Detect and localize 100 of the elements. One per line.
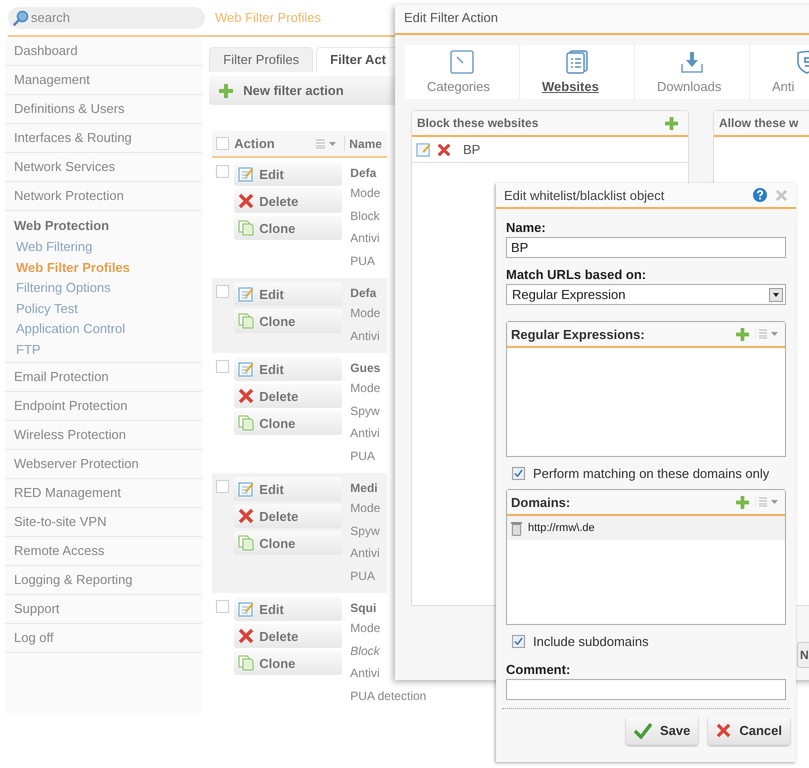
add-icon[interactable]	[665, 116, 678, 130]
delete-button[interactable]: Delete	[234, 504, 342, 528]
checkbox[interactable]	[512, 634, 525, 648]
sidebar-subitem[interactable]: Web Filter Profiles	[5, 258, 202, 278]
trash-icon[interactable]	[511, 520, 522, 536]
sidebar-item[interactable]: Logging & Reporting	[5, 566, 202, 595]
clone-button[interactable]: Clone	[234, 216, 342, 240]
setting-text: Antivi	[350, 545, 380, 562]
edit-button[interactable]: Edit	[234, 477, 342, 501]
list-menu-icon[interactable]	[755, 329, 779, 339]
tab[interactable]: Downloads	[635, 45, 750, 99]
delete-icon	[238, 388, 254, 404]
clone-button[interactable]: Clone	[234, 309, 342, 333]
sidebar-subitem[interactable]: Application Control	[5, 319, 202, 340]
match-dropdown[interactable]: Regular Expression	[506, 284, 786, 305]
sidebar-item[interactable]: Log off	[5, 624, 202, 653]
column-header[interactable]: Name	[345, 136, 382, 150]
delete-icon[interactable]	[437, 142, 451, 156]
add-icon[interactable]	[736, 496, 749, 508]
filter-action-name: Medi	[350, 480, 379, 497]
add-icon[interactable]	[736, 328, 749, 340]
sidebar-item[interactable]: Webserver Protection	[5, 450, 202, 479]
sidebar-item[interactable]: Management	[5, 66, 202, 95]
sidebar-item[interactable]: Network Protection	[5, 182, 202, 211]
setting-text: Spyw	[350, 402, 380, 420]
cancel-button[interactable]: Cancel	[708, 716, 790, 745]
delete-button[interactable]: Delete	[234, 384, 342, 408]
setting-text: PUA detection	[350, 688, 426, 704]
clone-button[interactable]: Clone	[234, 531, 342, 555]
sidebar-item[interactable]: Network Services	[5, 153, 202, 182]
checkbox[interactable]	[216, 480, 230, 493]
list-menu-icon[interactable]	[755, 497, 779, 507]
sidebar-item[interactable]: Email Protection	[5, 363, 202, 392]
edit-icon	[238, 361, 254, 377]
sidebar-subitem[interactable]: Policy Test	[5, 298, 202, 319]
sidebar-subitem[interactable]: FTP	[5, 340, 202, 360]
tab[interactable]: Websites	[520, 45, 635, 99]
delete-icon	[238, 193, 254, 209]
delete-button[interactable]: Delete	[234, 189, 342, 213]
edit-icon[interactable]	[416, 142, 431, 157]
categories-icon	[450, 50, 474, 74]
document-icon	[565, 50, 589, 74]
checkmark-icon	[634, 722, 652, 738]
setting-text: PUA	[350, 448, 376, 464]
dialog-title: Edit Filter Action	[395, 5, 809, 35]
download-icon	[680, 50, 704, 74]
setting-text: PUA	[350, 252, 376, 270]
search-field[interactable]: search	[8, 6, 205, 28]
edit-button[interactable]: Edit	[234, 282, 342, 306]
checkbox[interactable]	[512, 466, 525, 480]
sidebar-item[interactable]: Site-to-site VPN	[5, 508, 202, 537]
setting-text: Antivi	[350, 665, 381, 682]
sidebar-subitem[interactable]: Web Filtering	[5, 237, 202, 258]
tab[interactable]: Anti	[750, 45, 809, 99]
checkbox[interactable]	[216, 285, 230, 298]
sidebar-item[interactable]: Support	[5, 595, 202, 624]
setting-text: Mode	[350, 500, 380, 517]
blocked-site-entry: BP	[463, 142, 480, 157]
field-label: Comment:	[506, 661, 572, 679]
column-header[interactable]: Action	[234, 136, 275, 151]
setting-text: Mode	[350, 185, 380, 202]
help-icon[interactable]	[753, 188, 767, 202]
sidebar-subitem[interactable]: Filtering Options	[5, 278, 202, 298]
sidebar-item[interactable]: RED Management	[5, 479, 202, 508]
name-field[interactable]: BP	[506, 237, 786, 258]
dialog-title: Edit whitelist/blacklist object	[504, 188, 666, 202]
field-label: Match URLs based on:	[506, 266, 648, 284]
clone-button[interactable]: Clone	[234, 651, 342, 675]
edit-icon	[238, 481, 254, 497]
checkbox-label: Perform matching on these domains only	[533, 466, 770, 480]
tab[interactable]: Categories	[405, 45, 520, 99]
column-menu-icon[interactable]	[316, 138, 338, 148]
checkbox[interactable]	[216, 137, 230, 150]
checkbox[interactable]	[216, 165, 230, 178]
filter-action-name: Defa	[350, 165, 378, 182]
edit-button[interactable]: Edit	[234, 357, 342, 381]
setting-text: Antivi	[350, 425, 380, 442]
sidebar-item[interactable]: Wireless Protection	[5, 421, 202, 450]
save-button[interactable]: Save	[626, 716, 698, 745]
close-icon[interactable]	[775, 188, 788, 202]
sidebar-item[interactable]: Endpoint Protection	[5, 392, 202, 421]
edit-button[interactable]: Edit	[234, 597, 342, 621]
domain-entry: http://rmw\.de	[528, 522, 595, 534]
edit-button[interactable]: Edit	[234, 162, 342, 186]
checkbox[interactable]	[216, 360, 230, 373]
clone-icon	[238, 220, 254, 236]
comment-field[interactable]	[506, 679, 786, 700]
clone-button[interactable]: Clone	[234, 411, 342, 435]
sidebar-item[interactable]: Web Protection	[5, 211, 202, 237]
edit-icon	[238, 601, 254, 617]
sidebar-item[interactable]: Definitions & Users	[5, 95, 202, 124]
sidebar-item[interactable]: Dashboard	[5, 37, 202, 66]
sidebar-item[interactable]: Remote Access	[5, 537, 202, 566]
checkbox[interactable]	[216, 600, 230, 613]
cancel-icon	[716, 723, 732, 738]
setting-text: Antivi	[350, 230, 380, 247]
footer-button[interactable]: N	[797, 642, 809, 668]
delete-button[interactable]: Delete	[234, 624, 342, 648]
sidebar-item[interactable]: Interfaces & Routing	[5, 124, 202, 153]
tab[interactable]: Filter Profiles	[209, 47, 314, 72]
